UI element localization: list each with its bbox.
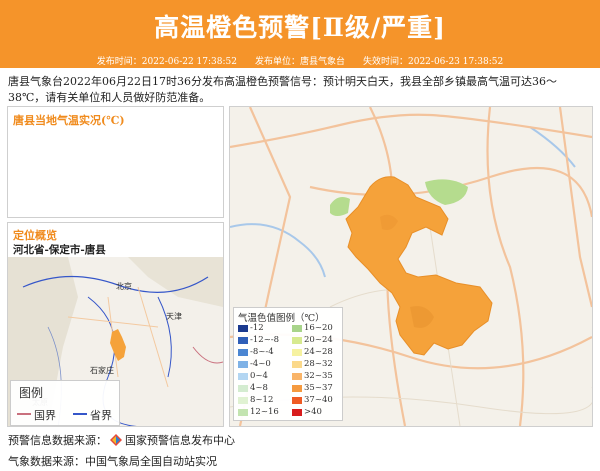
warning-title: 高温橙色预警[Ⅱ级/严重] (154, 13, 446, 42)
tianjin-label: 天津 (166, 311, 182, 321)
legend-item: -8~-4 (238, 347, 274, 357)
legend-swatch (238, 324, 248, 332)
legend-item: >40 (292, 407, 322, 417)
legend-swatch (238, 408, 248, 416)
location-panel-title: 定位概览 (13, 229, 57, 242)
publisher: 发布单位：唐县气象台 (254, 56, 345, 67)
temperature-panel-title: 唐县当地气温实况(℃) (13, 114, 125, 127)
legend-swatch (238, 336, 248, 344)
legend-item: 12~16 (238, 407, 279, 417)
legend-label: 24~28 (304, 347, 333, 357)
legend-item: -4~0 (238, 359, 271, 369)
legend-swatch (238, 396, 248, 404)
legend-item: 24~28 (292, 347, 333, 357)
legend-label: -12~-8 (250, 335, 280, 345)
expire-time: 失效时间：2022-06-23 17:38:52 (363, 56, 504, 67)
legend-swatch (292, 360, 302, 368)
legend-swatch (292, 408, 302, 416)
legend-item: 37~40 (292, 395, 333, 405)
legend-label: -12 (250, 323, 264, 333)
legend-label: 16~20 (304, 323, 333, 333)
legend-label: 37~40 (304, 395, 333, 405)
legend-label: 35~37 (304, 383, 333, 393)
national-border-label: 国界 (34, 409, 56, 422)
legend-item: 35~37 (292, 383, 333, 393)
legend-item: 32~35 (292, 371, 333, 381)
legend-label: 4~8 (250, 383, 268, 393)
legend-item: 0~4 (238, 371, 268, 381)
legend-label: >40 (304, 407, 322, 417)
temperature-panel: 唐县当地气温实况(℃) (7, 106, 224, 218)
weather-source-line: 气象数据来源：中国气象局全国自动站实况 (8, 453, 217, 469)
legend-item: 16~20 (292, 323, 333, 333)
legend-label: 32~35 (304, 371, 333, 381)
temperature-legend-title: 气温色值图例（℃） (238, 313, 325, 324)
legend-item: 8~12 (238, 395, 273, 405)
warning-source-label: 预警信息数据来源： (8, 434, 107, 447)
legend-label: 0~4 (250, 371, 268, 381)
warning-center-logo-icon (110, 434, 122, 446)
national-border-swatch (17, 413, 31, 415)
legend-swatch (238, 348, 248, 356)
legend-swatch (292, 336, 302, 344)
legend-label: -8~-4 (250, 347, 274, 357)
legend-swatch (292, 372, 302, 380)
legend-label: 20~24 (304, 335, 333, 345)
legend-swatch (292, 324, 302, 332)
publish-time: 发布时间：2022-06-22 17:38:52 (96, 56, 237, 67)
legend-item: 4~8 (238, 383, 268, 393)
legend-swatch (238, 372, 248, 380)
warning-header: 高温橙色预警[Ⅱ级/严重] (0, 0, 600, 52)
legend-item: -12 (238, 323, 264, 333)
province-border-label: 省界 (90, 409, 112, 422)
beijing-label: 北京 (116, 281, 132, 291)
warning-source-name: 国家预警信息发布中心 (125, 434, 235, 447)
legend-swatch (292, 384, 302, 392)
legend-label: 12~16 (250, 407, 279, 417)
location-path: 河北省-保定市-唐县 (13, 244, 106, 256)
weather-source-text: 气象数据来源：中国气象局全国自动站实况 (8, 455, 217, 468)
warning-meta-bar: 发布时间：2022-06-22 17:38:52 发布单位：唐县气象台 失效时间… (0, 52, 600, 68)
province-border-swatch (73, 413, 87, 415)
legend-item: 28~32 (292, 359, 333, 369)
legend-swatch (238, 384, 248, 392)
legend-swatch (292, 348, 302, 356)
legend-swatch (238, 360, 248, 368)
legend-item: -12~-8 (238, 335, 279, 345)
warning-signal-text: 唐县气象台2022年06月22日17时36分发布高温橙色预警信号：预计明天白天，… (8, 75, 557, 104)
legend-swatch (292, 396, 302, 404)
location-legend: 图例 国界 省界 (10, 380, 120, 426)
legend-label: 8~12 (250, 395, 274, 405)
legend-item: 20~24 (292, 335, 333, 345)
shijiazhuang-label: 石家庄 (90, 365, 114, 375)
legend-label: 28~32 (304, 359, 333, 369)
location-legend-title: 图例 (19, 386, 44, 400)
legend-label: -4~0 (250, 359, 271, 369)
temperature-color-legend: 气温色值图例（℃） -12 16~20 -12~-8 20~24 -8~-4 24~28 -… (233, 307, 343, 421)
warning-source-line: 预警信息数据来源： 国家预警信息发布中心 (8, 432, 235, 448)
